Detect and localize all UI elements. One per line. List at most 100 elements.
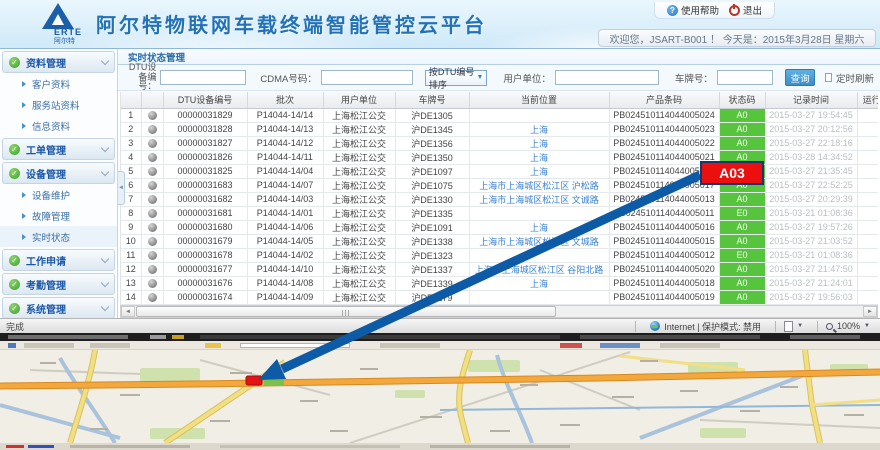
- cell-location[interactable]: 上海市上海城区松江区 文诚路: [469, 192, 609, 206]
- cell-org: 上海松江公交: [323, 248, 395, 262]
- sidebar-group-考勤管理[interactable]: ✓考勤管理: [2, 273, 115, 295]
- auto-refresh-checkbox[interactable]: [825, 73, 832, 82]
- table-row[interactable]: 600000031683P14044-14/07上海松江公交沪DE1075上海市…: [121, 178, 878, 192]
- cell-dtu: 00000031681: [163, 206, 247, 220]
- chevron-down-icon: [101, 143, 109, 151]
- cell-run: 2: [857, 192, 878, 206]
- chevron-down-icon: ▼: [797, 323, 803, 329]
- cell-location[interactable]: 上海市上海城区松江区 谷阳北路: [469, 262, 609, 276]
- cell-status-code: A0: [719, 178, 765, 192]
- sidebar-item-客户资料[interactable]: 客户资料: [0, 73, 117, 94]
- cell-org: 上海松江公交: [323, 108, 395, 122]
- cell-plate: 沪DE1339: [395, 276, 469, 290]
- table-row[interactable]: 1100000031678P14044-14/02上海松江公交沪DE1323PB…: [121, 248, 878, 262]
- sidebar-group-工作申请[interactable]: ✓工作申请: [2, 249, 115, 271]
- table-row[interactable]: 800000031681P14044-14/01上海松江公交沪DE1335PB0…: [121, 206, 878, 220]
- scroll-left-arrow-icon[interactable]: ◄: [121, 306, 135, 317]
- device-cell-icon: [141, 234, 163, 248]
- sidebar-item-实时状态[interactable]: 实时状态: [0, 226, 117, 247]
- sidebar-group-资料管理[interactable]: ✓资料管理: [2, 51, 115, 73]
- cell-location[interactable]: 上海市上海城区松江区 沪松路: [469, 178, 609, 192]
- cell-dtu: 00000031678: [163, 248, 247, 262]
- table-row[interactable]: 400000031826P14044-14/11上海松江公交沪DE1350上海P…: [121, 150, 878, 164]
- cell-location[interactable]: 上海: [469, 136, 609, 150]
- cell-status-code: A0: [719, 262, 765, 276]
- plate-number-label: 车牌号：: [675, 71, 713, 85]
- sidebar-group-系统管理[interactable]: ✓系统管理: [2, 297, 115, 319]
- search-button[interactable]: 查询: [785, 69, 816, 86]
- table-row[interactable]: 1300000031676P14044-14/08上海松江公交沪DE1339上海…: [121, 276, 878, 290]
- column-header-产品条码[interactable]: 产品条码: [609, 92, 719, 108]
- cell-barcode: PB024510114044005022: [609, 136, 719, 150]
- column-header-状态码[interactable]: 状态码: [719, 92, 765, 108]
- cell-record-time: 2015-03-27 22:18:16: [765, 136, 857, 150]
- internet-globe-icon: [650, 321, 660, 331]
- table-row[interactable]: 100000031829P14044-14/14上海松江公交沪DE1305PB0…: [121, 108, 878, 122]
- cell-batch: P14044-14/12: [247, 136, 323, 150]
- table-row[interactable]: 200000031828P14044-14/13上海松江公交沪DE1345上海P…: [121, 122, 878, 136]
- help-button[interactable]: ? 使用帮助: [667, 3, 719, 17]
- user-org-label: 用户单位：: [503, 71, 551, 85]
- table-row[interactable]: 1400000031674P14044-14/09上海松江公交沪DE1179PB…: [121, 290, 878, 304]
- chevron-down-icon: [101, 167, 109, 175]
- cell-org: 上海松江公交: [323, 206, 395, 220]
- column-header-0[interactable]: [121, 92, 141, 108]
- column-header-用户单位[interactable]: 用户单位: [323, 92, 395, 108]
- device-cell-icon: [141, 276, 163, 290]
- cell-run: 0: [857, 122, 878, 136]
- cell-dtu: 00000031825: [163, 164, 247, 178]
- scrollbar-grip-icon: [342, 310, 350, 316]
- sidebar-collapse-handle[interactable]: ◄: [118, 171, 125, 205]
- scroll-right-arrow-icon[interactable]: ►: [863, 306, 877, 317]
- dtu-number-input[interactable]: [160, 70, 246, 85]
- sidebar-item-故障管理[interactable]: 故障管理: [0, 205, 117, 226]
- column-header-记录时间[interactable]: 记录时间: [765, 92, 857, 108]
- sidebar-menu: ✓资料管理客户资料服务站资料信息资料✓工单管理✓设备管理设备维护故障管理实时状态…: [0, 49, 118, 319]
- sidebar-item-设备维护[interactable]: 设备维护: [0, 184, 117, 205]
- table-row[interactable]: 1000000031679P14044-14/05上海松江公交沪DE1338上海…: [121, 234, 878, 248]
- cell-run: 3: [857, 164, 878, 178]
- cell-location[interactable]: 上海: [469, 276, 609, 290]
- scrollbar-thumb[interactable]: [136, 306, 556, 317]
- device-ball-icon: [148, 237, 157, 246]
- check-circle-icon: ✓: [9, 255, 20, 266]
- table-row[interactable]: 900000031680P14044-14/06上海松江公交沪DE1091上海P…: [121, 220, 878, 234]
- column-header-1[interactable]: [141, 92, 163, 108]
- cell-location[interactable]: 上海: [469, 122, 609, 136]
- zoom-control[interactable]: 100% ▼: [822, 321, 880, 331]
- cell-location[interactable]: 上海: [469, 220, 609, 234]
- device-cell-icon: [141, 220, 163, 234]
- cell-status-code: A0: [719, 164, 765, 178]
- arrow-right-icon: [22, 192, 26, 198]
- sidebar-item-信息资料[interactable]: 信息资料: [0, 115, 117, 136]
- map-canvas[interactable]: [0, 350, 880, 443]
- table-row[interactable]: 700000031682P14044-14/03上海松江公交沪DE1330上海市…: [121, 192, 878, 206]
- cell-location[interactable]: 上海市上海城区松江区 文城路: [469, 234, 609, 248]
- sort-order-select[interactable]: 按DTU编号排序 ▼: [425, 70, 487, 86]
- plate-number-input[interactable]: [717, 70, 773, 85]
- table-row[interactable]: 300000031827P14044-14/12上海松江公交沪DE1356上海P…: [121, 136, 878, 150]
- horizontal-scrollbar[interactable]: ◄ ►: [120, 305, 878, 318]
- welcome-banner: 欢迎您，JSART-B001 ！ 今天是：2015年3月28日 星期六: [598, 29, 876, 47]
- cell-location[interactable]: 上海: [469, 150, 609, 164]
- map-graphic: [0, 350, 880, 443]
- column-header-运行时间/[interactable]: 运行时间/: [857, 92, 878, 108]
- table-row[interactable]: 500000031825P14044-14/04上海松江公交沪DE1097上海P…: [121, 164, 878, 178]
- sidebar-item-服务站资料[interactable]: 服务站资料: [0, 94, 117, 115]
- sidebar-group-设备管理[interactable]: ✓设备管理: [2, 162, 115, 184]
- user-org-input[interactable]: [555, 70, 659, 85]
- scrollbar-track[interactable]: [557, 306, 863, 317]
- table-row[interactable]: 1200000031677P14044-14/10上海松江公交沪DE1337上海…: [121, 262, 878, 276]
- column-header-车牌号[interactable]: 车牌号: [395, 92, 469, 108]
- toolbar-chip: [240, 343, 350, 348]
- cell-location[interactable]: 上海: [469, 164, 609, 178]
- table-body: 100000031829P14044-14/14上海松江公交沪DE1305PB0…: [121, 108, 878, 304]
- page-mode-button[interactable]: ▼: [780, 321, 813, 332]
- sidebar-group-工单管理[interactable]: ✓工单管理: [2, 138, 115, 160]
- check-circle-icon: ✓: [9, 57, 20, 68]
- column-header-当前位置[interactable]: 当前位置: [469, 92, 609, 108]
- logout-button[interactable]: 退出: [729, 3, 762, 17]
- column-header-DTU设备编号[interactable]: DTU设备编号: [163, 92, 247, 108]
- cdma-number-input[interactable]: [321, 70, 413, 85]
- column-header-批次[interactable]: 批次: [247, 92, 323, 108]
